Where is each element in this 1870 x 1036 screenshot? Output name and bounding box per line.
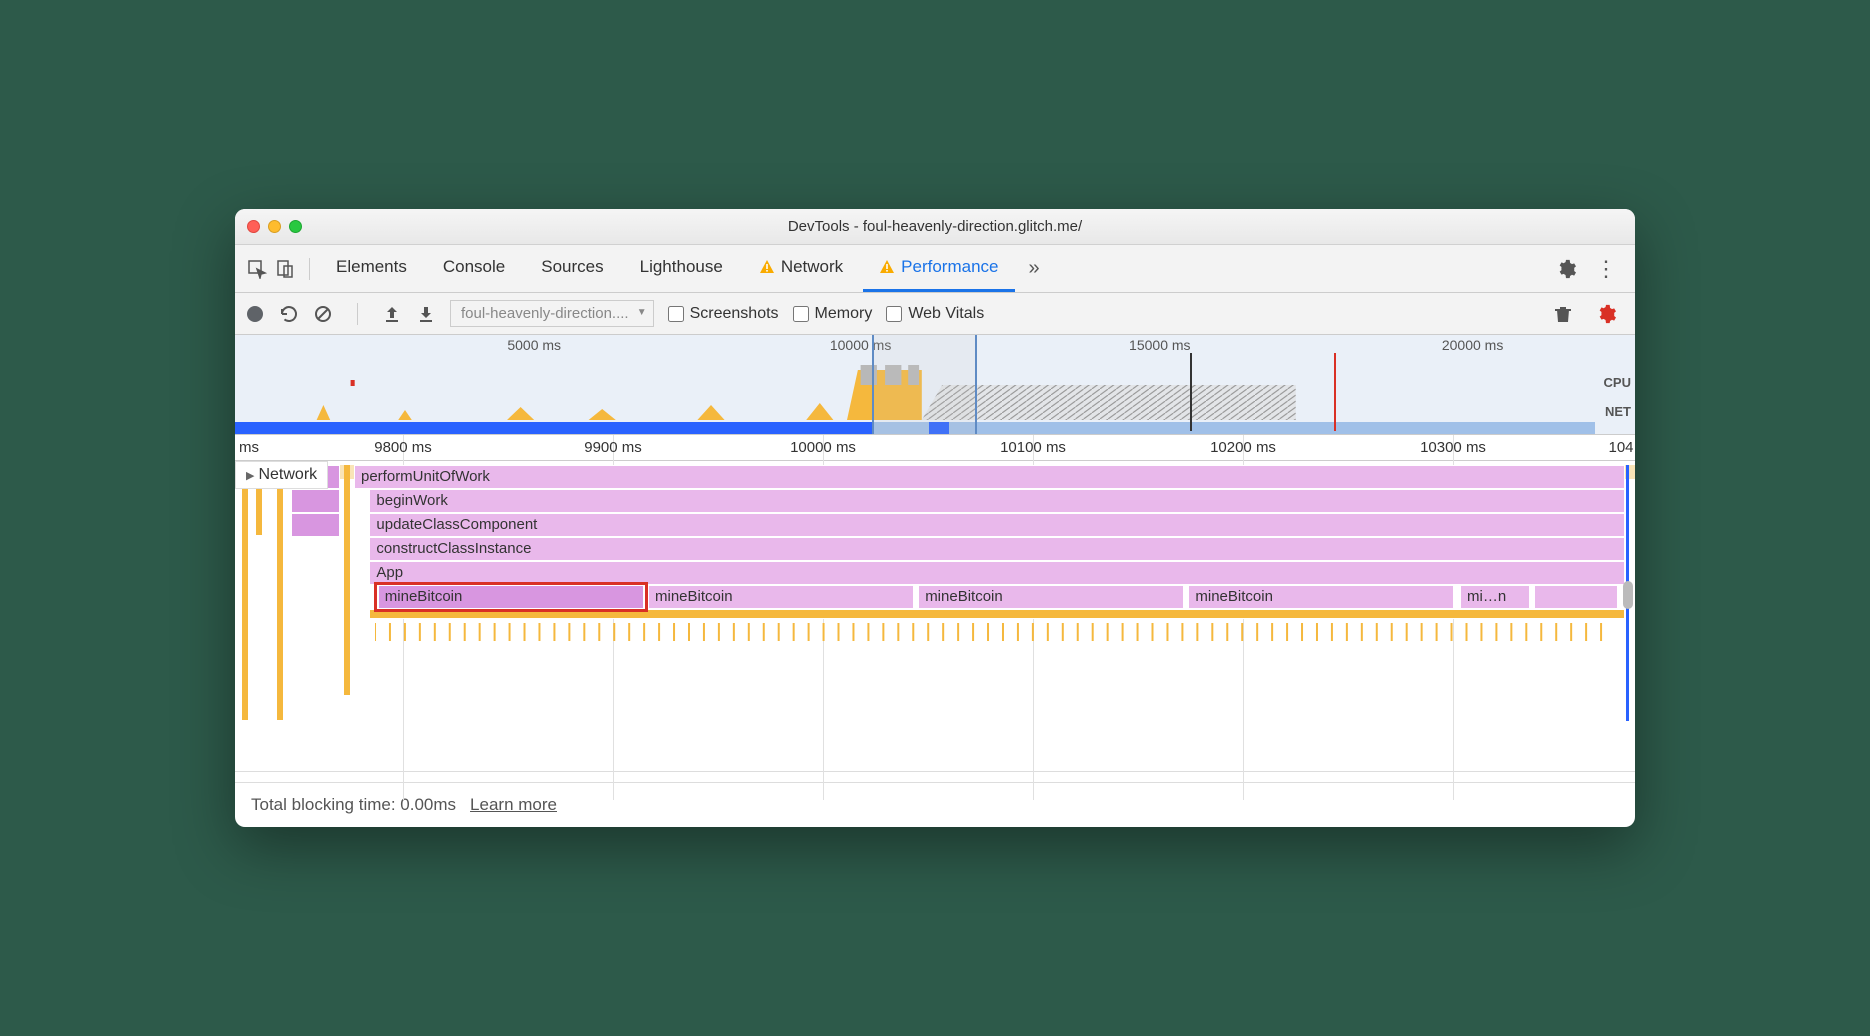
memory-checkbox[interactable]: Memory [793,305,873,323]
warning-icon [879,259,895,275]
ruler-tick: 10000 ms [790,439,856,456]
close-window-button[interactable] [247,220,260,233]
blocking-time-text: Total blocking time: 0.00ms [251,795,456,815]
tab-lighthouse[interactable]: Lighthouse [624,245,739,292]
recording-dropdown[interactable]: foul-heavenly-direction.... [450,300,654,327]
ruler-tick: ms [239,439,259,456]
ruler-tick: 9900 ms [584,439,642,456]
overview-tick: 20000 ms [1442,337,1503,353]
download-icon[interactable] [416,304,436,324]
overview-tick: 5000 ms [507,337,561,353]
learn-more-link[interactable]: Learn more [470,795,557,815]
panel-divider[interactable] [235,771,1635,783]
ruler-tick: 9800 ms [374,439,432,456]
minor-ticks-svg [375,619,1621,643]
network-track-label[interactable]: Network [235,461,328,489]
tab-network[interactable]: Network [743,245,859,292]
timeline-overview[interactable]: 5000 ms 10000 ms 15000 ms 20000 ms CPU N… [235,335,1635,435]
record-button[interactable] [245,304,265,324]
memory-label: Memory [815,305,873,323]
clear-button[interactable] [313,304,333,324]
tab-performance-label: Performance [901,257,998,277]
reload-button[interactable] [279,304,299,324]
task-bar [277,465,283,720]
trash-icon[interactable] [1553,304,1573,324]
scroll-thumb[interactable] [1623,581,1633,609]
kebab-menu-icon[interactable]: ⋮ [1585,256,1627,282]
flame-frame-app[interactable]: App [369,561,1625,585]
device-toggle-icon[interactable] [271,255,299,283]
overview-tick: 15000 ms [1129,337,1190,353]
ruler-tick: 10300 ms [1420,439,1486,456]
time-ruler[interactable]: ms 9800 ms 9900 ms 10000 ms 10100 ms 102… [235,435,1635,461]
flame-chart[interactable]: Network performUnitOfWork beginWork upda… [235,461,1635,771]
warning-icon [759,259,775,275]
window-controls [247,220,302,233]
overview-marker [1190,353,1192,431]
screenshots-checkbox[interactable]: Screenshots [668,305,779,323]
upload-icon[interactable] [382,304,402,324]
tab-sources[interactable]: Sources [525,245,619,292]
webvitals-checkbox[interactable]: Web Vitals [886,305,984,323]
separator [309,258,310,280]
tab-performance[interactable]: Performance [863,245,1014,292]
flame-frame[interactable] [291,513,340,537]
tab-network-label: Network [781,257,843,277]
ruler-tick: 104 [1608,439,1633,456]
performance-toolbar: foul-heavenly-direction.... Screenshots … [235,293,1635,335]
panel-tabs: Elements Console Sources Lighthouse Netw… [320,245,1547,292]
capture-settings-icon[interactable] [1595,303,1617,325]
flame-frame-constructclass[interactable]: constructClassInstance [369,537,1625,561]
overview-selection[interactable] [872,335,977,434]
net-label: NET [1604,404,1631,419]
minimize-window-button[interactable] [268,220,281,233]
task-bar [344,465,350,695]
flame-frame-minebitcoin[interactable]: mineBitcoin [918,585,1184,609]
flame-frame[interactable] [1534,585,1618,609]
footer: Total blocking time: 0.00ms Learn more [235,783,1635,827]
flame-frame-minebitcoin[interactable]: mineBitcoin [378,585,644,609]
ruler-tick: 10100 ms [1000,439,1066,456]
flame-frame-beginwork[interactable]: beginWork [369,489,1625,513]
flame-frame-performunit[interactable]: performUnitOfWork [354,465,1625,489]
flame-frame-minebitcoin[interactable]: mineBitcoin [1188,585,1454,609]
more-tabs-button[interactable]: » [1019,257,1050,280]
settings-icon[interactable] [1555,258,1577,280]
tab-elements[interactable]: Elements [320,245,423,292]
flame-frame-updateclass[interactable]: updateClassComponent [369,513,1625,537]
flame-frame-minebitcoin[interactable]: mineBitcoin [648,585,914,609]
titlebar: DevTools - foul-heavenly-direction.glitc… [235,209,1635,245]
cpu-label: CPU [1604,375,1631,390]
flame-frame[interactable] [291,489,340,513]
main-tabbar: Elements Console Sources Lighthouse Netw… [235,245,1635,293]
flame-frame-task[interactable] [369,609,1625,619]
screenshots-label: Screenshots [690,305,779,323]
ruler-tick: 10200 ms [1210,439,1276,456]
window-title: DevTools - foul-heavenly-direction.glitc… [235,218,1635,235]
flame-frame-minebitcoin[interactable]: mi…n [1460,585,1530,609]
webvitals-label: Web Vitals [908,305,984,323]
task-bar [242,465,248,720]
devtools-window: DevTools - foul-heavenly-direction.glitc… [235,209,1635,827]
overview-marker-red [1334,353,1336,431]
inspect-icon[interactable] [243,255,271,283]
tab-console[interactable]: Console [427,245,521,292]
maximize-window-button[interactable] [289,220,302,233]
separator [357,303,358,325]
